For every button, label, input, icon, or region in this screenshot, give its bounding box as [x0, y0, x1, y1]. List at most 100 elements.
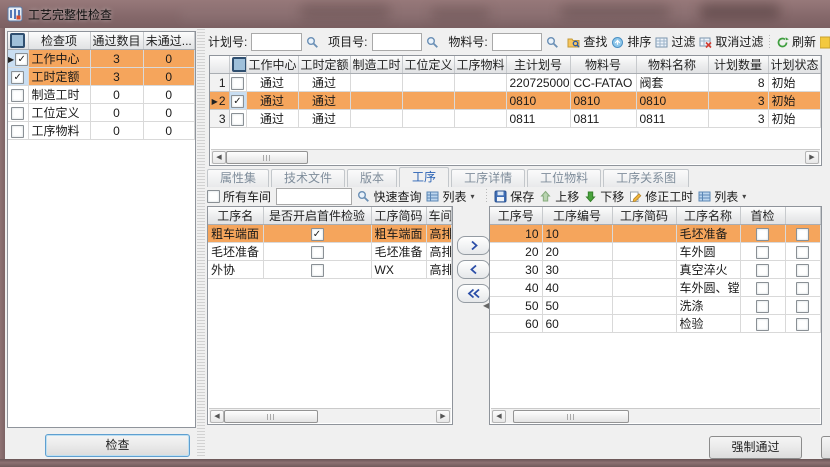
checkbox[interactable] — [231, 77, 244, 90]
tab-0[interactable]: 属性集 — [207, 169, 269, 187]
checkbox[interactable] — [756, 318, 769, 331]
refresh-button[interactable]: 刷新 — [776, 33, 816, 50]
tab-5[interactable]: 工位物料 — [527, 169, 601, 187]
select-all-header[interactable] — [8, 32, 28, 50]
plan-process-column-header[interactable]: 工序号 — [490, 207, 542, 225]
force-pass-button[interactable]: 强制通过 — [709, 436, 802, 459]
checkbox[interactable] — [756, 246, 769, 259]
checkbox[interactable] — [11, 89, 24, 102]
search-input[interactable] — [251, 33, 302, 51]
checkbox[interactable] — [311, 246, 324, 259]
checkbox[interactable] — [311, 264, 324, 277]
check-item-row[interactable]: 工位定义00 — [8, 104, 195, 122]
list-dropdown[interactable]: 列表▾ — [426, 188, 474, 205]
check-item-row[interactable]: 工序物料00 — [8, 122, 195, 140]
quick-query-button[interactable]: 快速查询 — [357, 188, 421, 205]
plan-row[interactable]: 1通过通过2207250002CC-FATAO阀套8初始 — [210, 74, 821, 92]
search-input[interactable] — [492, 33, 543, 51]
check-item-row[interactable]: 制造工时00 — [8, 86, 195, 104]
select-all-icon[interactable] — [10, 33, 25, 48]
scroll-left-arrow[interactable]: ◀ — [212, 151, 226, 164]
plan-grid-hscrollbar[interactable]: ◀ ▶ — [211, 149, 820, 164]
scroll-right-arrow[interactable]: ▶ — [436, 410, 450, 423]
checkbox[interactable] — [796, 318, 809, 331]
all-workshops-checkbox[interactable]: 所有车间 — [207, 188, 271, 205]
scroll-thumb[interactable] — [513, 410, 629, 423]
quick-query-input[interactable] — [276, 188, 352, 205]
plan-column-header[interactable]: 计划数量 — [708, 56, 768, 74]
tab-4[interactable]: 工序详情 — [451, 169, 525, 187]
checkbox[interactable]: ✓ — [15, 53, 28, 66]
checkbox[interactable]: ✓ — [231, 95, 244, 108]
select-all-icon[interactable] — [232, 57, 247, 72]
checkbox[interactable] — [207, 190, 220, 203]
scroll-thumb[interactable] — [224, 410, 318, 423]
check-column-header[interactable]: 通过数目 — [90, 32, 143, 50]
scroll-left-arrow[interactable]: ◀ — [210, 410, 224, 423]
cancel-filter-button[interactable]: 取消过滤 — [699, 33, 763, 50]
workshop-column-header[interactable]: 车间 — [426, 207, 452, 225]
check-column-header[interactable]: 检查项 — [28, 32, 90, 50]
select-all-header[interactable] — [229, 56, 246, 74]
plan-process-row[interactable]: 3030真空淬火 — [490, 261, 821, 279]
checkbox[interactable] — [231, 113, 244, 126]
plan-process-row[interactable]: 5050洗涤 — [490, 297, 821, 315]
save-button[interactable]: 保存 — [494, 188, 534, 205]
checkbox[interactable] — [796, 264, 809, 277]
checkbox[interactable] — [756, 264, 769, 277]
workshop-process-row[interactable]: 粗车端面✓粗车端面高排车间 — [208, 225, 452, 243]
move-left-button[interactable] — [457, 260, 490, 279]
plan-row[interactable]: 3通过通过0811081108113初始 — [210, 110, 821, 128]
workshop-column-header[interactable]: 是否开启首件检验 — [263, 207, 371, 225]
fix-hours-button[interactable]: 修正工时 — [629, 188, 693, 205]
vertical-splitter[interactable] — [197, 29, 205, 457]
check-button[interactable]: 检查 — [45, 434, 190, 457]
plan-column-header[interactable]: 计划状态 — [768, 56, 821, 74]
checkbox[interactable] — [756, 228, 769, 241]
checkbox[interactable] — [796, 282, 809, 295]
plan-column-header[interactable]: 物料号 — [570, 56, 636, 74]
plan-process-column-header[interactable]: 工序简码 — [612, 207, 676, 225]
workshop-process-row[interactable]: 外协WX高排车间 — [208, 261, 452, 279]
checkbox[interactable]: ✓ — [11, 71, 24, 84]
plan-column-header[interactable]: 工位定义 — [402, 56, 454, 74]
plan-process-column-header[interactable]: 工序名称 — [676, 207, 740, 225]
checkbox[interactable]: ✓ — [311, 228, 324, 241]
plan-process-row[interactable]: 1010毛坯准备 — [490, 225, 821, 243]
partial-cropped-button[interactable] — [821, 436, 830, 459]
plan-row[interactable]: ▶2✓通过通过0810081008103初始 — [210, 92, 821, 110]
tab-1[interactable]: 技术文件 — [271, 169, 345, 187]
search-input[interactable] — [372, 33, 423, 51]
workshop-grid-hscrollbar[interactable]: ◀ ▶ — [209, 408, 451, 423]
list-dropdown-2[interactable]: 列表▾ — [698, 188, 746, 205]
plan-process-column-header[interactable]: 工序编号 — [542, 207, 612, 225]
check-item-row[interactable]: ✓工时定额30 — [8, 68, 195, 86]
checkbox[interactable] — [11, 125, 24, 138]
checkbox[interactable] — [796, 246, 809, 259]
plan-process-column-header[interactable] — [785, 207, 821, 225]
tab-2[interactable]: 版本 — [347, 169, 397, 187]
titlebar[interactable]: 工艺完整性检查 — [0, 0, 830, 28]
plan-process-row[interactable]: 6060检验 — [490, 315, 821, 333]
plan-process-column-header[interactable]: 首检 — [740, 207, 785, 225]
plan-column-header[interactable]: 工序物料 — [454, 56, 506, 74]
checkbox[interactable] — [11, 107, 24, 120]
scroll-right-arrow[interactable]: ▶ — [805, 151, 819, 164]
scroll-left-arrow[interactable]: ◀ — [492, 410, 506, 423]
check-column-header[interactable]: 未通过... — [143, 32, 195, 50]
filter-button[interactable]: 过滤 — [655, 33, 695, 50]
find-button[interactable]: 查找 — [567, 33, 607, 50]
plan-column-header[interactable]: 工时定额 — [298, 56, 350, 74]
checkbox[interactable] — [796, 228, 809, 241]
plan-process-row[interactable]: 4040车外圆、镗孔 — [490, 279, 821, 297]
workshop-column-header[interactable]: 工序简码 — [371, 207, 426, 225]
plan-column-header[interactable]: 物料名称 — [636, 56, 708, 74]
move-down-button[interactable]: 下移 — [584, 188, 624, 205]
workshop-column-header[interactable]: 工序名 — [208, 207, 263, 225]
scroll-thumb[interactable] — [226, 151, 308, 164]
checkbox[interactable] — [756, 282, 769, 295]
move-right-button[interactable] — [457, 236, 490, 255]
check-item-row[interactable]: ▶✓工作中心30 — [8, 50, 195, 68]
checkbox[interactable] — [796, 300, 809, 313]
workshop-process-row[interactable]: 毛坯准备毛坯准备高排车间 — [208, 243, 452, 261]
